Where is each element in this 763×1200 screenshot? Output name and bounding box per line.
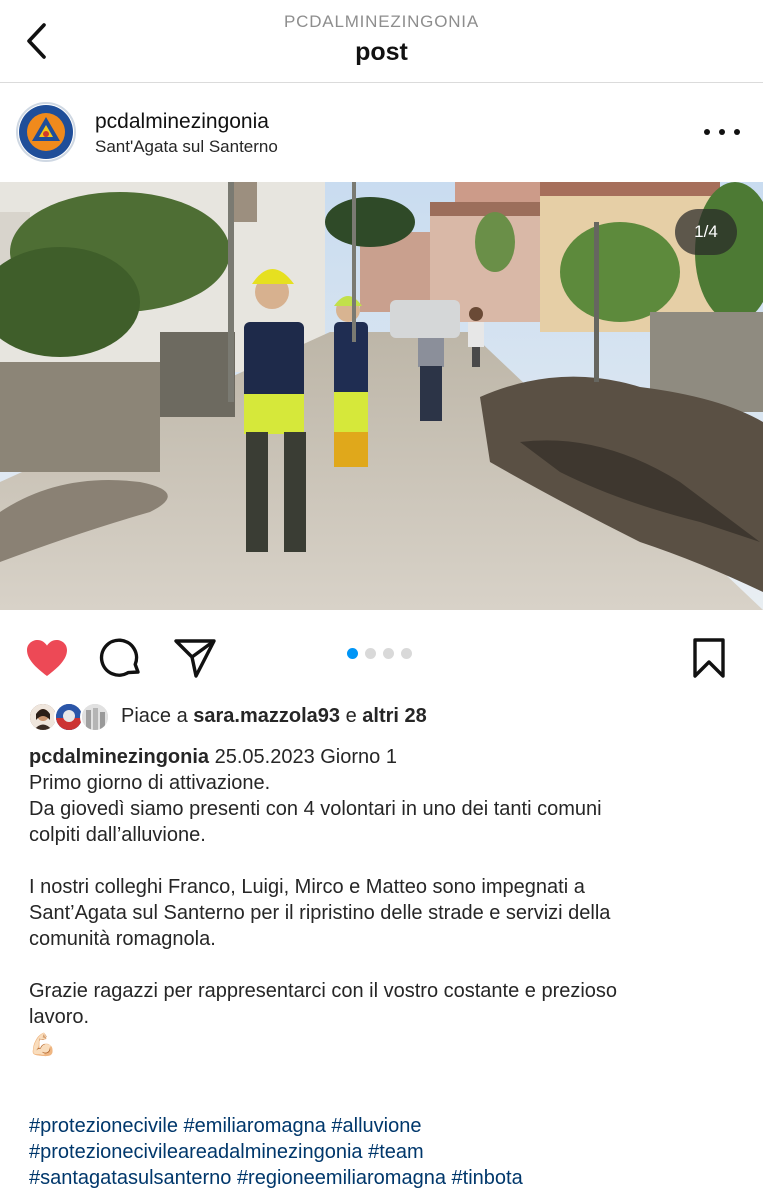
caption-line: lavoro. (29, 1006, 90, 1028)
bookmark-icon (693, 638, 725, 678)
post-author[interactable]: pcdalminezingonia (95, 110, 269, 134)
carousel-dot-active (347, 648, 358, 659)
hashtag-link[interactable]: #protezionecivileareadalminezingonia (29, 1141, 363, 1163)
liker-avatar (80, 702, 110, 732)
comment-button[interactable] (98, 636, 144, 680)
likes-row[interactable]: Piace a sara.mazzola93 e altri 28 (28, 702, 748, 734)
send-icon (174, 639, 216, 678)
caption-line: Da giovedì siamo presenti con 4 volontar… (29, 798, 602, 820)
more-horizontal-icon (719, 129, 725, 135)
more-horizontal-icon (734, 129, 740, 135)
hashtag-link[interactable]: #team (368, 1141, 424, 1163)
hashtag-link[interactable]: #alluvione (331, 1115, 421, 1137)
carousel-dot (383, 648, 394, 659)
carousel-dot (401, 648, 412, 659)
post-caption: pcdalminezingonia 25.05.2023 Giorno 1 Pr… (29, 744, 739, 1064)
caption-line: Grazie ragazzi per rappresentarci con il… (29, 980, 618, 1002)
hashtag-link[interactable]: #santagatasulsanterno (29, 1167, 231, 1189)
street-scene-image (0, 182, 763, 610)
like-button[interactable] (24, 636, 70, 680)
caption-author[interactable]: pcdalminezingonia (29, 746, 209, 768)
post-photo[interactable] (0, 182, 763, 610)
post-actions (0, 612, 763, 700)
likes-summary: Piace a sara.mazzola93 e altri 28 (121, 705, 427, 728)
likes-middle: e (340, 705, 363, 727)
post-location[interactable]: Sant'Agata sul Santerno (95, 137, 278, 157)
page-title: post (355, 38, 408, 66)
likes-others[interactable]: altri 28 (362, 705, 426, 727)
hashtag-link[interactable]: #emiliaromagna (184, 1115, 326, 1137)
carousel-dot (365, 648, 376, 659)
comment-icon (99, 638, 140, 677)
caption-line: comunità romagnola. (29, 928, 216, 950)
liker-username[interactable]: sara.mazzola93 (193, 705, 340, 727)
caption-line: colpiti dall’alluvione. (29, 824, 206, 846)
flexed-biceps-emoji: 💪🏻 (29, 1032, 57, 1057)
caption-line: Primo giorno di attivazione. (29, 772, 271, 794)
caption-line: Sant’Agata sul Santerno per il ripristin… (29, 902, 611, 924)
author-avatar[interactable] (16, 102, 76, 162)
caption-line: I nostri colleghi Franco, Luigi, Mirco e… (29, 876, 585, 898)
hashtag-line: #santagatasulsanterno #regioneemiliaroma… (29, 1165, 749, 1191)
more-horizontal-icon (704, 129, 710, 135)
header-username: PCDALMINEZINGONIA (284, 12, 479, 31)
caption-date: 25.05.2023 Giorno 1 (209, 746, 397, 768)
hashtag-link[interactable]: #tinbota (452, 1167, 523, 1189)
post-header: pcdalminezingonia Sant'Agata sul Santern… (0, 84, 763, 181)
likes-prefix: Piace a (121, 705, 194, 727)
image-counter: 1/4 (675, 209, 737, 255)
carousel-indicator (347, 648, 412, 660)
hashtag-line: #protezionecivileareadalminezingonia #te… (29, 1139, 749, 1165)
save-button[interactable] (686, 636, 732, 680)
share-button[interactable] (172, 636, 218, 680)
top-bar: PCDALMINEZINGONIA post (0, 0, 763, 83)
civil-protection-logo (19, 105, 73, 159)
hashtag-line: #protezionecivile #emiliaromagna #alluvi… (29, 1113, 749, 1139)
caption-first-line: pcdalminezingonia 25.05.2023 Giorno 1 (29, 744, 739, 770)
heart-filled-icon (27, 640, 67, 676)
hashtag-block: #protezionecivile #emiliaromagna #alluvi… (29, 1113, 749, 1191)
more-options-button[interactable] (704, 120, 740, 144)
hashtag-link[interactable]: #regioneemiliaromagna (237, 1167, 446, 1189)
hashtag-link[interactable]: #protezionecivile (29, 1115, 178, 1137)
